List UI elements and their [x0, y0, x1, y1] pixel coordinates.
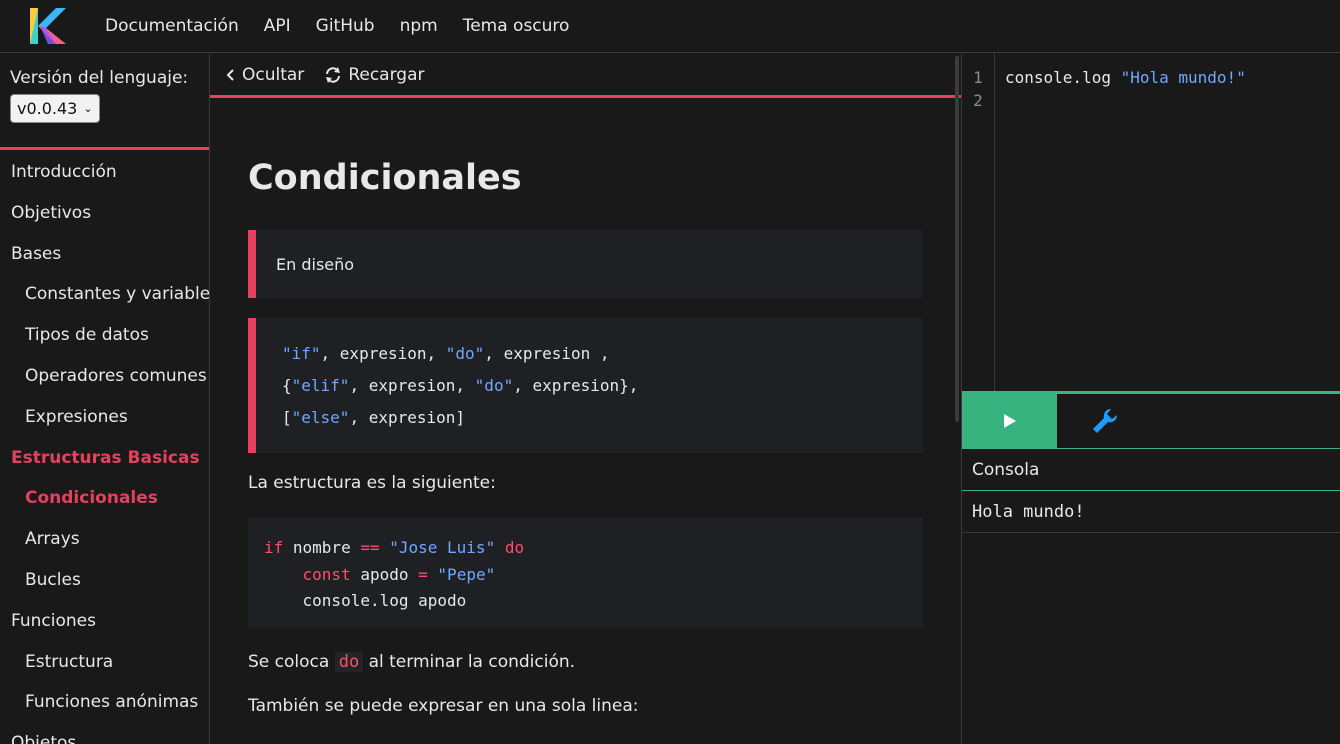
language-version-box: Versión del lenguaje: v0.0.43 ⌄ [0, 54, 209, 150]
run-toolbar [962, 391, 1340, 449]
sidebar-item-funciones[interactable]: Funciones [0, 601, 209, 642]
play-icon [1003, 414, 1016, 428]
line-number: 1 [973, 68, 983, 87]
sidebar-item-tipos-datos[interactable]: Tipos de datos [0, 315, 209, 356]
sidebar-item-estructuras-basicas[interactable]: Estructuras Basicas [0, 438, 209, 479]
syntax-text: , expresion] [349, 408, 466, 427]
editor-code-string: "Hola mundo!" [1120, 68, 1246, 87]
para-text: al terminar la condición. [363, 652, 576, 672]
hide-label: Ocultar [242, 64, 305, 85]
sidebar-item-expresiones[interactable]: Expresiones [0, 397, 209, 438]
sidebar-item-objetos[interactable]: Objetos [0, 723, 209, 744]
syntax-text: , expresion, [349, 376, 475, 395]
theme-toggle-link[interactable]: Tema oscuro [463, 16, 570, 36]
syntax-string: "do" [445, 344, 485, 363]
syntax-text: { [282, 376, 292, 395]
wrench-icon [1092, 408, 1117, 433]
sidebar-item-introduccion[interactable]: Introducción [0, 152, 209, 193]
editor-panel: 1 2 console.log "Hola mundo!" Consola Ho… [961, 54, 1340, 744]
syntax-string: "else" [291, 408, 350, 427]
doc-main: Ocultar Recargar Condicionales En diseño… [210, 54, 961, 744]
console-title: Consola [962, 449, 1340, 491]
sidebar-item-constantes[interactable]: Constantes y variables [0, 274, 209, 315]
code-text: console.log apodo [302, 591, 467, 610]
syntax-text: , expresion, [320, 344, 446, 363]
code-keyword: const [302, 564, 351, 584]
sidebar-item-objetivos[interactable]: Objetivos [0, 193, 209, 234]
nav-npm-link[interactable]: npm [400, 16, 438, 36]
sidebar-item-arrays[interactable]: Arrays [0, 519, 209, 560]
kaleido-logo-icon[interactable] [26, 4, 70, 48]
version-label: Versión del lenguaje: [10, 68, 189, 88]
single-line-intro-text: También se puede expresar en una sola li… [248, 696, 639, 716]
para-text: Se coloca [248, 652, 335, 672]
sidebar-item-bucles[interactable]: Bucles [0, 560, 209, 601]
console-output: Hola mundo! [962, 491, 1340, 533]
sidebar-item-operadores[interactable]: Operadores comunes [0, 356, 209, 397]
tools-button[interactable] [1057, 394, 1152, 448]
sidebar-menu: Introducción Objetivos Bases Constantes … [0, 150, 209, 744]
nav-api-link[interactable]: API [264, 16, 291, 36]
run-button[interactable] [962, 394, 1057, 448]
syntax-line: {"elif", expresion, "do", expresion}, [282, 370, 897, 402]
code-string: "Pepe" [437, 564, 496, 584]
line-number-gutter: 1 2 [962, 54, 995, 391]
top-navbar: Documentación API GitHub npm Tema oscuro [0, 0, 1340, 53]
design-note-text: En diseño [276, 254, 355, 274]
doc-toolbar: Ocultar Recargar [210, 54, 961, 98]
syntax-text: , expresion}, [513, 376, 639, 395]
code-text: apodo [350, 564, 419, 584]
code-keyword: = [418, 564, 428, 584]
code-string: "Jose Luis" [389, 538, 496, 557]
design-note-callout: En diseño [248, 230, 923, 298]
syntax-text: , expresion , [484, 344, 610, 363]
line-number: 2 [973, 91, 983, 110]
nav-github-link[interactable]: GitHub [316, 16, 375, 36]
reload-label: Recargar [348, 64, 425, 85]
do-explanation-text: Se coloca do al terminar la condición. [248, 652, 923, 672]
code-editor[interactable]: 1 2 console.log "Hola mundo!" [962, 54, 1340, 391]
code-keyword: if [264, 538, 284, 557]
hide-sidebar-button[interactable]: Ocultar [226, 65, 304, 85]
code-keyword: do [504, 538, 525, 557]
refresh-icon [326, 66, 341, 83]
example-code-block: if nombre == "Jose Luis" do const apodo … [248, 517, 923, 628]
syntax-callout: "if", expresion, "do", expresion , {"eli… [248, 318, 923, 453]
version-select-value: v0.0.43 [17, 99, 78, 118]
chevron-down-icon: ⌄ [83, 102, 93, 115]
code-keyword: == [360, 538, 380, 557]
sidebar-item-condicionales[interactable]: Condicionales [0, 478, 209, 519]
sidebar-item-bases[interactable]: Bases [0, 234, 209, 275]
sidebar: Versión del lenguaje: v0.0.43 ⌄ Introduc… [0, 54, 210, 744]
doc-content: Condicionales En diseño "if", expresion,… [210, 158, 961, 716]
nav-documentacion-link[interactable]: Documentación [105, 16, 239, 36]
editor-code-area[interactable]: console.log "Hola mundo!" [995, 54, 1256, 391]
syntax-text: [ [282, 408, 292, 427]
sidebar-item-estructura[interactable]: Estructura [0, 642, 209, 683]
inline-code: do [334, 652, 364, 672]
code-text: nombre [283, 538, 361, 557]
structure-intro-text: La estructura es la siguiente: [248, 473, 496, 493]
syntax-line: ["else", expresion] [282, 402, 897, 434]
chevron-left-icon [226, 68, 234, 81]
sidebar-item-funciones-anonimas[interactable]: Funciones anónimas [0, 682, 209, 723]
editor-code-text: console.log [1005, 68, 1121, 87]
syntax-line: "if", expresion, "do", expresion , [282, 338, 897, 370]
version-select[interactable]: v0.0.43 ⌄ [10, 94, 100, 123]
page-title: Condicionales [248, 158, 522, 198]
reload-button[interactable]: Recargar [324, 65, 424, 85]
syntax-string: "elif" [291, 376, 350, 395]
panel-resize-handle[interactable] [955, 56, 959, 422]
syntax-string: "if" [282, 344, 321, 363]
syntax-string: "do" [474, 376, 514, 395]
